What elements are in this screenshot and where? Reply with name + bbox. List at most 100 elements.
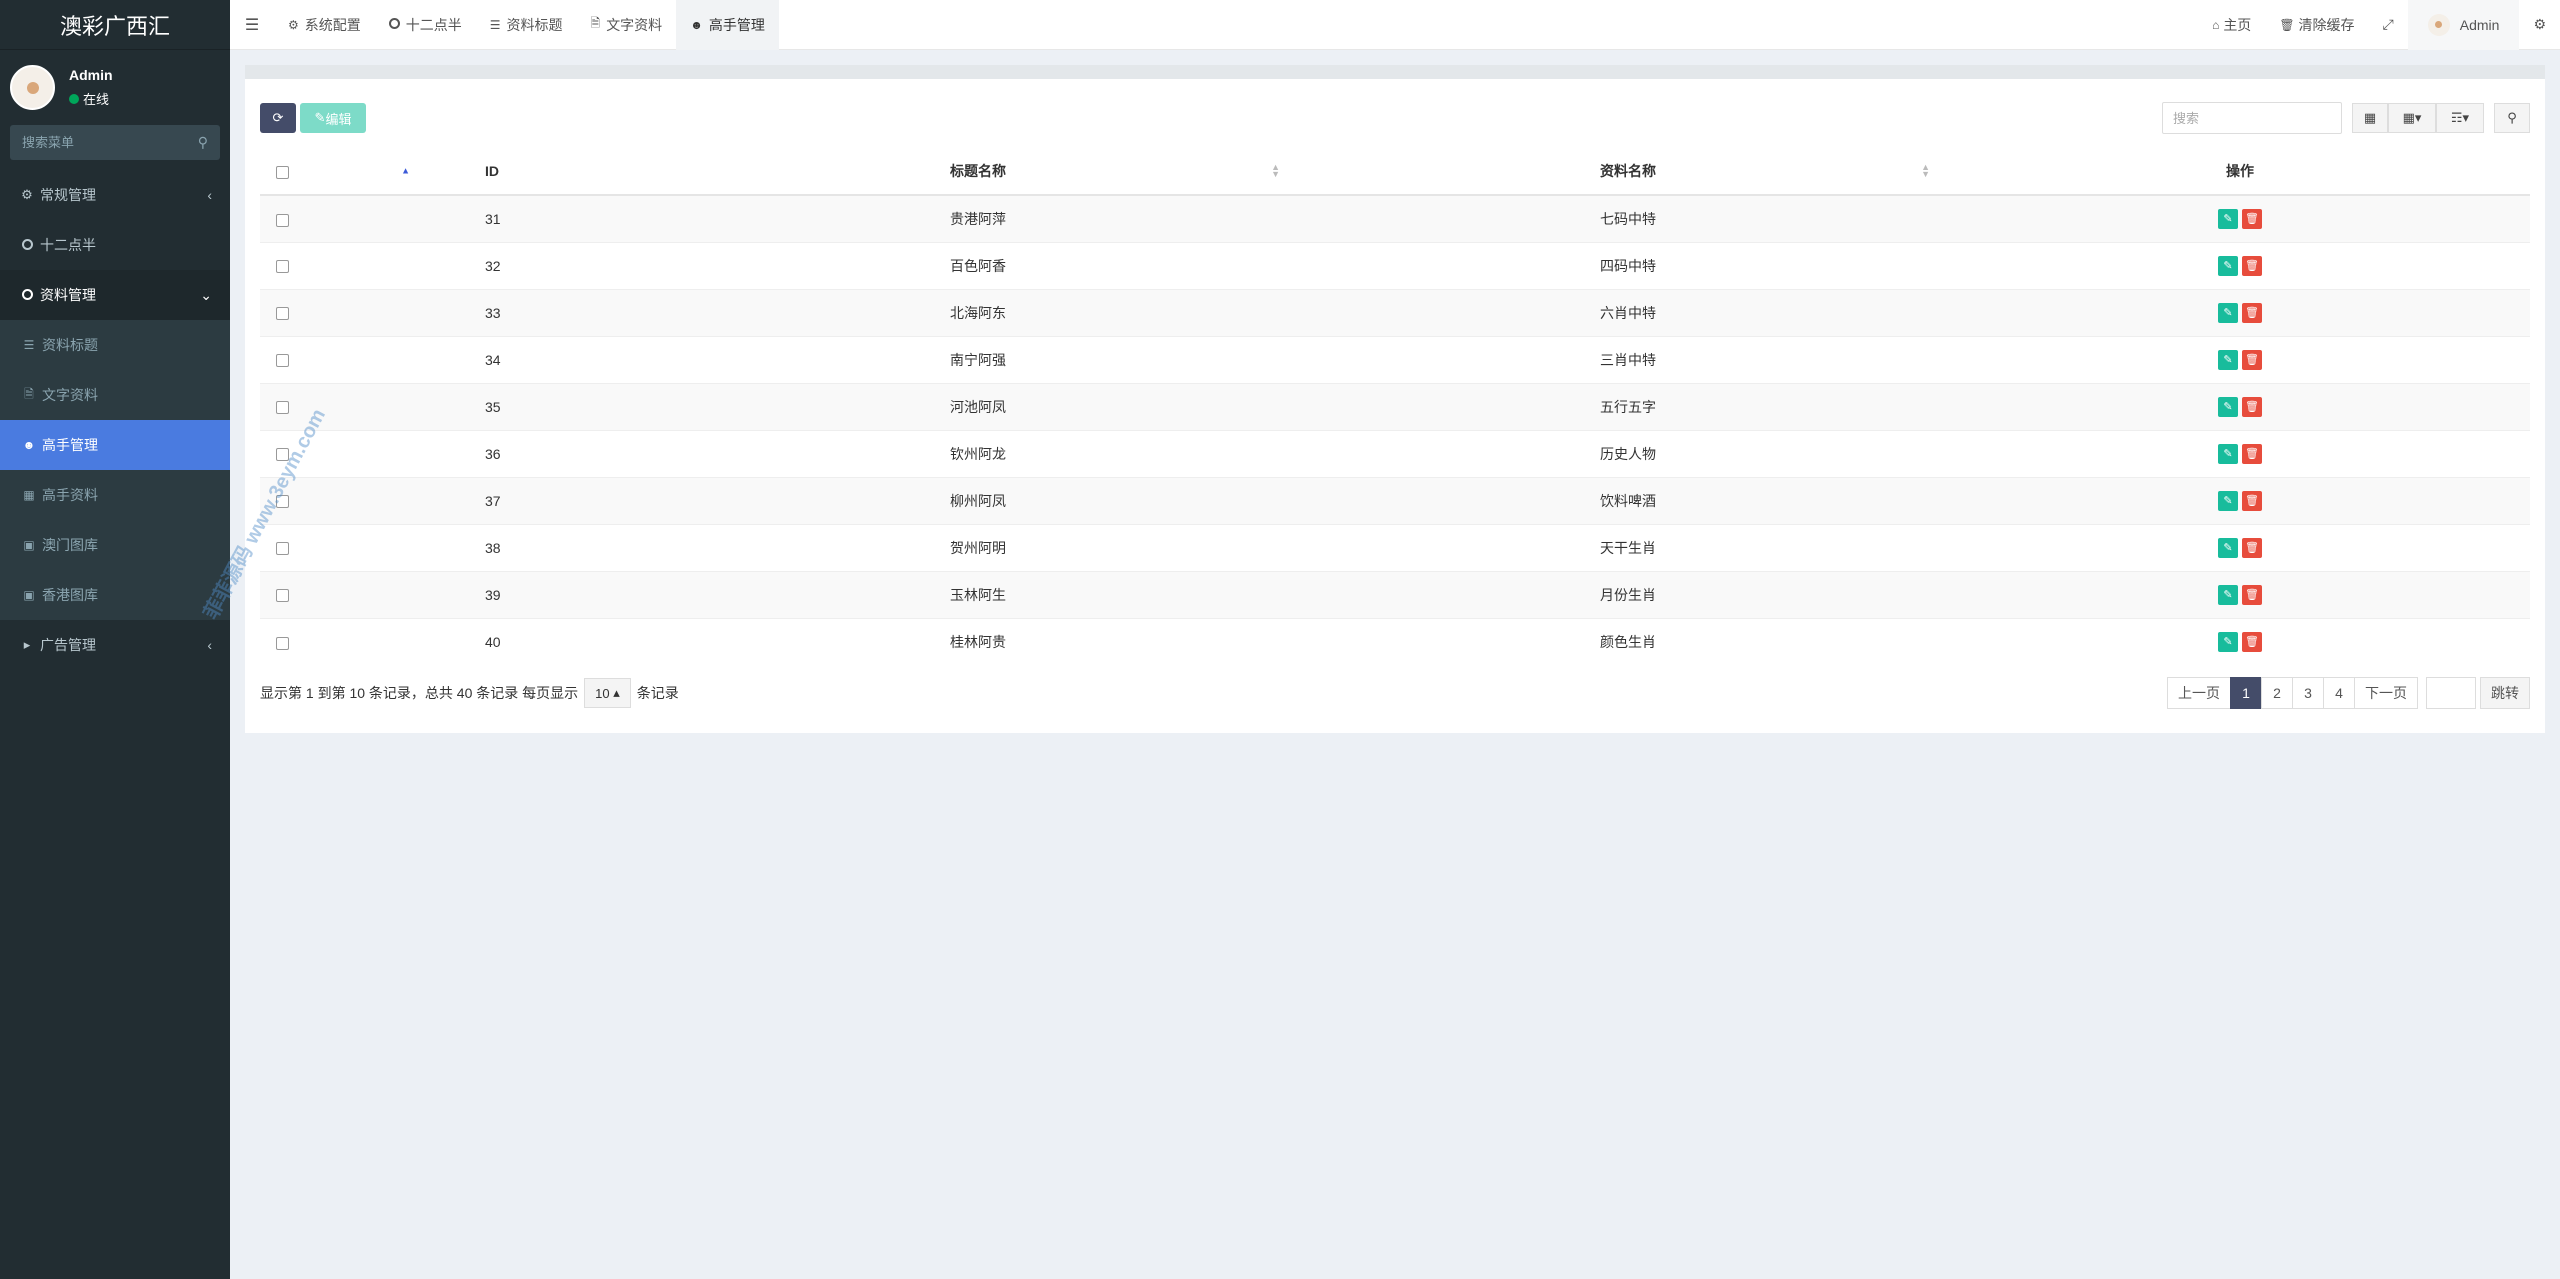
header-id[interactable]: ID ▲ xyxy=(305,148,650,196)
cell-id: 35 xyxy=(305,382,650,430)
sidebar-item-hk-gallery[interactable]: ▣ 香港图库 xyxy=(0,570,230,620)
user-icon: ☻ xyxy=(690,17,703,32)
row-edit-button[interactable]: ✎ xyxy=(2218,584,2238,605)
row-edit-button[interactable]: ✎ xyxy=(2218,537,2238,558)
row-checkbox[interactable] xyxy=(276,260,289,274)
search-icon[interactable]: ⚲ xyxy=(198,134,208,151)
page-2-button[interactable]: 2 xyxy=(2261,677,2293,709)
row-checkbox[interactable] xyxy=(276,589,289,603)
row-delete-button[interactable]: 🗑 xyxy=(2242,396,2262,417)
row-delete-button[interactable]: 🗑 xyxy=(2242,208,2262,229)
tab-text-data[interactable]: 🗎 文字资料 xyxy=(577,0,677,50)
main-content: ⟳ ✎编辑 ▦ ▦▾ ☶▾ ⚲ ID▲ 标题名称▲▼ 资料名称▲▼ 操作 31 xyxy=(245,65,2545,733)
settings-icon[interactable]: ⚙ xyxy=(2519,0,2560,50)
sidebar-item-expert-manage[interactable]: ☻ 高手管理 xyxy=(0,420,230,470)
columns-button[interactable]: ▦▾ xyxy=(2388,103,2436,133)
sidebar-item-data[interactable]: 资料管理 ⌄ xyxy=(0,270,230,320)
row-checkbox[interactable] xyxy=(276,213,289,227)
clear-cache-link[interactable]: 🗑 清除缓存 xyxy=(2265,0,2368,50)
table-search-input[interactable] xyxy=(2162,102,2342,134)
pencil-icon: ✎ xyxy=(2223,635,2233,648)
tab-twelve[interactable]: 十二点半 xyxy=(375,0,476,50)
user-menu[interactable]: Admin xyxy=(2407,0,2520,50)
sidebar-item-ads[interactable]: ▸ 广告管理 ‹ xyxy=(0,620,230,670)
sidebar-item-macau-gallery[interactable]: ▣ 澳门图库 xyxy=(0,520,230,570)
circle-icon xyxy=(388,17,400,32)
fullscreen-icon[interactable]: ⤢ xyxy=(2369,0,2408,50)
row-edit-button[interactable]: ✎ xyxy=(2218,396,2238,417)
sidebar-item-data-title[interactable]: ☰ 资料标题 xyxy=(0,320,230,370)
cell-id: 31 xyxy=(305,194,650,242)
table-row[interactable]: 33 北海阿东 六肖中特 ✎ 🗑 xyxy=(260,288,2530,336)
avatar xyxy=(10,65,55,110)
refresh-button[interactable]: ⟳ xyxy=(260,103,296,133)
cogs-icon: ⚙ xyxy=(21,187,33,202)
page-size-select[interactable]: 10 ▴ xyxy=(584,678,631,708)
topbar: ☰ ⚙ 系统配置 十二点半 ☰ 资料标题 🗎 文字资料 ☻ 高手管理 ⌂ 主页 🗑 清除缓存… xyxy=(230,0,2560,50)
page-3-button[interactable]: 3 xyxy=(2292,677,2324,709)
menu-toggle-icon[interactable]: ☰ xyxy=(230,15,274,35)
row-checkbox[interactable] xyxy=(276,401,289,415)
row-delete-button[interactable]: 🗑 xyxy=(2242,302,2262,323)
row-delete-button[interactable]: 🗑 xyxy=(2242,631,2262,652)
row-delete-button[interactable]: 🗑 xyxy=(2242,584,2262,605)
select-all-checkbox[interactable] xyxy=(276,165,289,179)
row-edit-button[interactable]: ✎ xyxy=(2218,631,2238,652)
app-logo[interactable]: 澳彩广西汇 xyxy=(0,0,230,50)
row-delete-button[interactable]: 🗑 xyxy=(2242,490,2262,511)
jump-button[interactable]: 跳转 xyxy=(2480,677,2530,709)
user-name: Admin xyxy=(69,67,113,83)
export-button[interactable]: ☶▾ xyxy=(2436,103,2484,133)
sidebar-item-general[interactable]: ⚙ 常规管理 ‹ xyxy=(0,170,230,220)
table-row[interactable]: 31 贵港阿萍 七码中特 ✎ 🗑 xyxy=(260,194,2530,242)
row-edit-button[interactable]: ✎ xyxy=(2218,443,2238,464)
table-row[interactable]: 37 柳州阿凤 饮料啤酒 ✎ 🗑 xyxy=(260,476,2530,524)
table-panel: ⟳ ✎编辑 ▦ ▦▾ ☶▾ ⚲ ID▲ 标题名称▲▼ 资料名称▲▼ 操作 31 xyxy=(245,79,2545,733)
sidebar-item-text-data[interactable]: 🗎 文字资料 xyxy=(0,370,230,420)
avatar xyxy=(2427,13,2450,36)
table-row[interactable]: 35 河池阿凤 五行五字 ✎ 🗑 xyxy=(260,382,2530,430)
advanced-search-button[interactable]: ⚲ xyxy=(2494,103,2530,133)
row-delete-button[interactable]: 🗑 xyxy=(2242,349,2262,370)
header-data[interactable]: 资料名称 ▲ ▼ xyxy=(1300,148,1950,196)
header-title[interactable]: 标题名称 ▲ ▼ xyxy=(650,148,1300,196)
row-delete-button[interactable]: 🗑 xyxy=(2242,537,2262,558)
table-row[interactable]: 34 南宁阿强 三肖中特 ✎ 🗑 xyxy=(260,335,2530,383)
sidebar-item-expert-data[interactable]: ▦ 高手资料 xyxy=(0,470,230,520)
edit-button[interactable]: ✎ 编辑 xyxy=(300,103,366,133)
table-row[interactable]: 39 玉林阿生 月份生肖 ✎ 🗑 xyxy=(260,570,2530,618)
trash-icon: 🗑 xyxy=(2245,353,2259,366)
row-checkbox[interactable] xyxy=(276,636,289,650)
row-edit-button[interactable]: ✎ xyxy=(2218,349,2238,370)
image-icon: ▣ xyxy=(23,538,35,552)
menu-search-input[interactable] xyxy=(22,135,182,150)
cell-data: 五行五字 xyxy=(1300,382,1950,430)
cell-data: 饮料啤酒 xyxy=(1300,476,1950,524)
page-4-button[interactable]: 4 xyxy=(2323,677,2355,709)
pencil-icon: ✎ xyxy=(2223,212,2233,225)
table-row[interactable]: 40 桂林阿贵 颜色生肖 ✎ 🗑 xyxy=(260,617,2530,665)
row-edit-button[interactable]: ✎ xyxy=(2218,208,2238,229)
row-checkbox[interactable] xyxy=(276,307,289,321)
page-1-button[interactable]: 1 xyxy=(2230,677,2262,709)
row-delete-button[interactable]: 🗑 xyxy=(2242,255,2262,276)
row-checkbox[interactable] xyxy=(276,542,289,556)
jump-page-input[interactable] xyxy=(2426,677,2476,709)
next-page-button[interactable]: 下一页 xyxy=(2354,677,2418,709)
tab-data-title[interactable]: ☰ 资料标题 xyxy=(476,0,577,50)
prev-page-button[interactable]: 上一页 xyxy=(2167,677,2231,709)
home-link[interactable]: ⌂ 主页 xyxy=(2198,0,2265,50)
row-edit-button[interactable]: ✎ xyxy=(2218,302,2238,323)
table-row[interactable]: 32 百色阿香 四码中特 ✎ 🗑 xyxy=(260,241,2530,289)
tab-expert-manage[interactable]: ☻ 高手管理 xyxy=(676,0,779,50)
table-row[interactable]: 36 钦州阿龙 历史人物 ✎ 🗑 xyxy=(260,429,2530,477)
row-checkbox[interactable] xyxy=(276,354,289,368)
row-edit-button[interactable]: ✎ xyxy=(2218,255,2238,276)
table-row[interactable]: 38 贺州阿明 天干生肖 ✎ 🗑 xyxy=(260,523,2530,571)
tab-system-config[interactable]: ⚙ 系统配置 xyxy=(274,0,375,50)
row-delete-button[interactable]: 🗑 xyxy=(2242,443,2262,464)
toggle-view-button[interactable]: ▦ xyxy=(2352,103,2388,133)
sidebar-item-twelve[interactable]: 十二点半 xyxy=(0,220,230,270)
pagination: 上一页 1 2 3 4 下一页 跳转 xyxy=(2167,677,2530,709)
row-edit-button[interactable]: ✎ xyxy=(2218,490,2238,511)
